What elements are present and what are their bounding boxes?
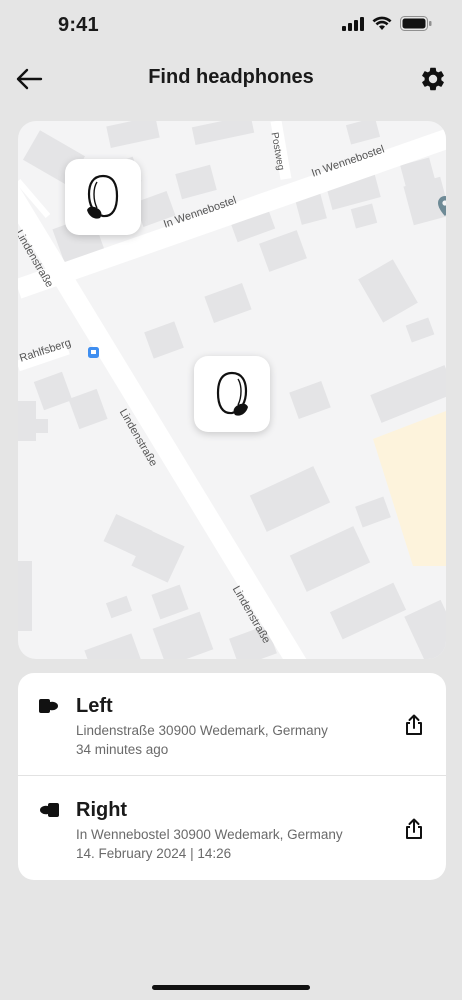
page-title: Find headphones	[148, 66, 314, 88]
right-earbud-pin[interactable]	[194, 356, 270, 432]
device-list: Left Lindenstraße 30900 Wedemark, German…	[18, 673, 446, 880]
share-icon	[406, 818, 422, 839]
park-area	[373, 411, 446, 566]
status-bar: 9:41	[0, 0, 462, 52]
device-last-seen: 34 minutes ago	[76, 742, 169, 757]
status-time: 9:41	[58, 14, 99, 36]
settings-button[interactable]	[416, 62, 450, 96]
device-row-left[interactable]: Left Lindenstraße 30900 Wedemark, German…	[18, 673, 446, 776]
share-icon	[406, 714, 422, 735]
wifi-icon	[372, 16, 392, 30]
device-name: Right	[76, 799, 128, 821]
map-view[interactable]: In Wennebostel In Wennebostel Lindenstra…	[18, 121, 446, 659]
header: Find headphones	[0, 52, 462, 104]
device-name: Left	[76, 695, 113, 717]
right-earbud-icon	[38, 801, 60, 824]
left-earbud-icon	[38, 697, 60, 720]
device-address: Lindenstraße 30900 Wedemark, Germany	[76, 723, 328, 738]
gear-icon	[422, 67, 444, 91]
battery-icon	[400, 16, 432, 31]
share-button[interactable]	[402, 817, 426, 841]
home-indicator[interactable]	[152, 985, 310, 990]
earbud-icon	[87, 174, 119, 219]
device-address: In Wennebostel 30900 Wedemark, Germany	[76, 827, 343, 842]
signal-icon	[342, 16, 364, 31]
earbud-icon	[216, 371, 248, 416]
share-button[interactable]	[402, 713, 426, 737]
device-last-seen: 14. February 2024 | 14:26	[76, 846, 232, 861]
device-row-right[interactable]: Right In Wennebostel 30900 Wedemark, Ger…	[18, 777, 446, 880]
left-earbud-pin[interactable]	[65, 159, 141, 235]
status-icons	[342, 16, 432, 31]
